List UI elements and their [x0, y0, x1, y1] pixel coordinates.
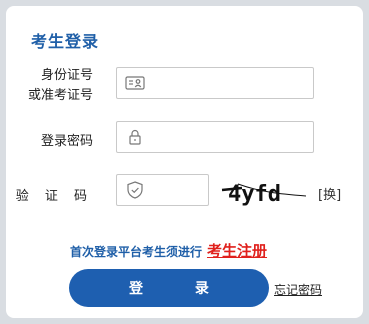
id-field[interactable] — [116, 67, 314, 99]
password-label: 登录密码 — [40, 134, 93, 149]
page-title: 考生登录 — [31, 32, 100, 51]
captcha-label: 验 证 码 — [15, 189, 93, 204]
id-input[interactable] — [145, 70, 313, 96]
id-label: 身份证号 或准考证号 — [28, 66, 93, 106]
forgot-password-link[interactable]: 忘记密码 — [274, 281, 322, 298]
register-row: 首次登录平台考生须进行 考生注册 — [70, 240, 267, 261]
captcha-field[interactable] — [116, 174, 209, 206]
login-card: 考生登录 身份证号 或准考证号 登录密码 验 证 码 4yfd [换] 首次登录… — [6, 6, 363, 318]
password-field[interactable] — [116, 121, 314, 153]
login-button[interactable]: 登 录 — [69, 269, 269, 307]
id-card-icon — [125, 73, 145, 93]
lock-icon — [125, 127, 145, 147]
id-label-line2: 或准考证号 — [27, 88, 93, 103]
captcha-image[interactable]: 4yfd — [220, 176, 310, 208]
captcha-text: 4yfd — [228, 182, 281, 207]
register-link[interactable]: 考生注册 — [207, 240, 267, 261]
id-label-line1: 身份证号 — [40, 68, 93, 83]
password-input[interactable] — [145, 124, 313, 150]
shield-check-icon — [125, 180, 145, 200]
register-tip: 首次登录平台考生须进行 — [70, 245, 203, 259]
refresh-captcha-link[interactable]: [换] — [318, 184, 341, 203]
captcha-input[interactable] — [145, 177, 208, 203]
